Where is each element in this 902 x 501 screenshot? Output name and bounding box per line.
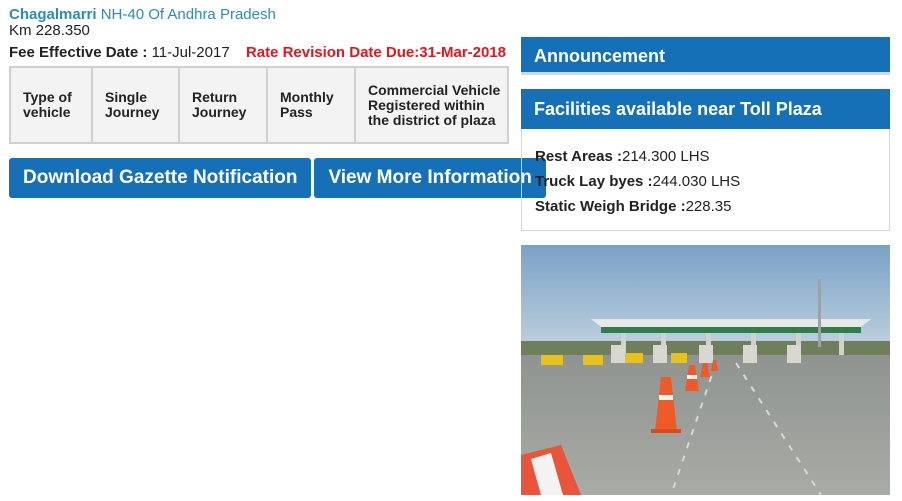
fee-dates: Fee Effective Date : 11-Jul-2017 Rate Re… [9,44,509,66]
col-single-journey: Single Journey [91,66,180,144]
plaza-highway: NH-40 Of Andhra Pradesh [100,6,276,23]
facility-value: 228.35 [685,198,732,215]
download-gazette-button[interactable]: Download Gazette Notification [9,158,312,198]
facilities-list: Rest Areas :214.300 LHS Truck Lay byes :… [521,129,890,231]
action-buttons: Download Gazette Notification View More … [9,158,546,198]
facility-item: Static Weigh Bridge :228.35 [535,194,876,219]
facility-label: Truck Lay byes : [535,173,653,190]
announcement-header[interactable]: Announcement [521,37,890,75]
toll-plaza-photo [521,245,890,495]
sidebar: Announcement Facilities available near T… [521,37,890,231]
facility-value: 244.030 LHS [652,173,741,190]
facilities-header: Facilities available near Toll Plaza [521,89,890,129]
fee-effective-label: Fee Effective Date : [9,44,148,61]
col-vehicle-type: Type of vehicle [9,66,93,144]
rate-table: Type of vehicle Single Journey Return Jo… [9,66,509,144]
col-commercial-vehicle: Commercial Vehicle Registered within the… [354,66,509,144]
facility-item: Rest Areas :214.300 LHS [535,144,876,169]
facility-value: 214.300 LHS [621,148,710,165]
facility-label: Rest Areas : [535,148,622,165]
plaza-km: Km 228.350 [9,22,90,39]
fee-effective-date: 11-Jul-2017 [151,44,230,61]
view-more-info-button[interactable]: View More Information [314,158,546,198]
plaza-name: Chagalmarri [9,6,97,23]
toll-plaza-illustration [521,245,890,495]
rate-revision-date: Rate Revision Date Due:31-Mar-2018 [245,44,506,61]
rate-table-header-row: Type of vehicle Single Journey Return Jo… [9,66,509,144]
facility-label: Static Weigh Bridge : [535,198,686,215]
toll-plaza-details: Chagalmarri NH-40 Of Andhra Pradesh Km 2… [9,6,546,198]
col-return-journey: Return Journey [178,66,268,144]
facility-item: Truck Lay byes :244.030 LHS [535,169,876,194]
col-monthly-pass: Monthly Pass [266,66,356,144]
